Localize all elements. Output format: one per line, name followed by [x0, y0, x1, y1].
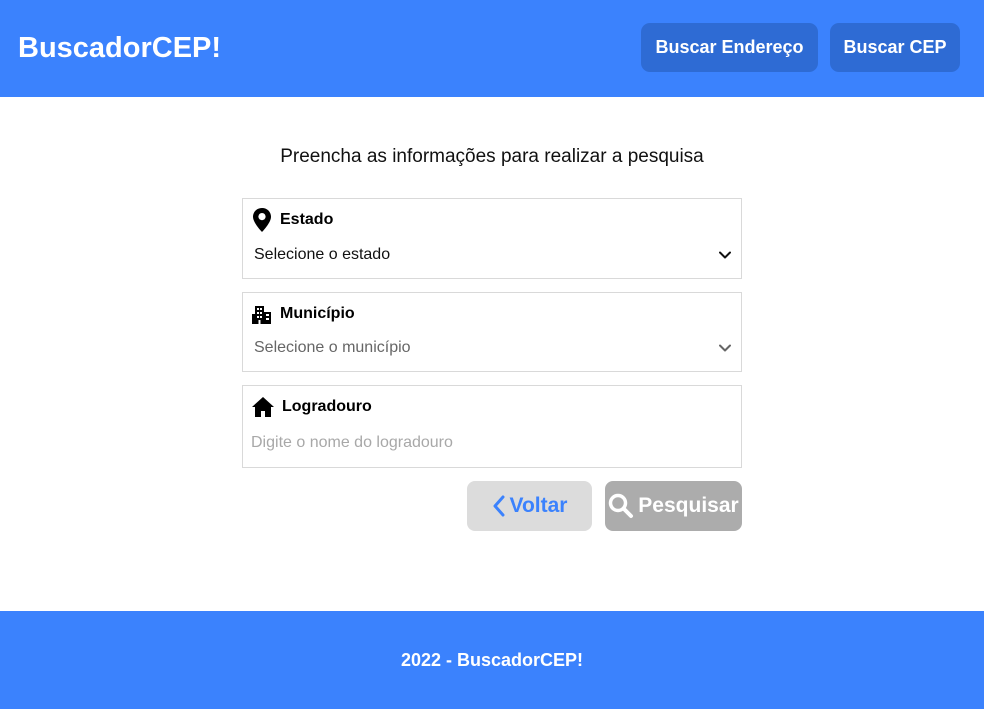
- logradouro-label: Logradouro: [282, 398, 372, 415]
- estado-field: Estado Selecione o estado: [242, 198, 742, 279]
- municipio-label: Município: [280, 305, 355, 322]
- page-subtitle: Preencha as informações para realizar a …: [280, 146, 704, 167]
- voltar-button[interactable]: Voltar: [467, 481, 592, 531]
- logradouro-field: Logradouro: [242, 385, 742, 468]
- municipio-label-row: Município: [252, 302, 355, 326]
- footer-text: 2022 - BuscadorCEP!: [400, 649, 584, 670]
- chevron-left-icon: [492, 495, 510, 517]
- estado-select[interactable]: Selecione o estado: [254, 243, 731, 267]
- page-footer: 2022 - BuscadorCEP!: [0, 611, 984, 709]
- municipio-select[interactable]: Selecione o município: [254, 336, 731, 360]
- estado-label: Estado: [280, 211, 334, 228]
- brand-logo[interactable]: BuscadorCEP!: [18, 30, 221, 66]
- chevron-down-icon: [719, 339, 731, 357]
- municipio-field: Município Selecione o município: [242, 292, 742, 372]
- search-icon: [608, 493, 638, 519]
- map-pin-icon: [252, 208, 272, 232]
- estado-label-row: Estado: [252, 208, 333, 232]
- house-icon: [252, 397, 274, 417]
- buscar-cep-button[interactable]: Buscar CEP: [830, 23, 960, 72]
- municipio-select-value: Selecione o município: [254, 339, 411, 356]
- city-buildings-icon: [252, 304, 272, 324]
- estado-select-value: Selecione o estado: [254, 246, 391, 263]
- top-header: BuscadorCEP! Buscar Endereço Buscar CEP: [0, 0, 984, 97]
- logradouro-input[interactable]: [251, 431, 721, 455]
- pesquisar-label: Pesquisar: [638, 494, 739, 517]
- logradouro-label-row: Logradouro: [252, 395, 372, 419]
- voltar-label: Voltar: [509, 494, 568, 517]
- pesquisar-button[interactable]: Pesquisar: [605, 481, 742, 531]
- buscar-endereco-button[interactable]: Buscar Endereço: [641, 23, 818, 72]
- chevron-down-icon: [719, 246, 731, 264]
